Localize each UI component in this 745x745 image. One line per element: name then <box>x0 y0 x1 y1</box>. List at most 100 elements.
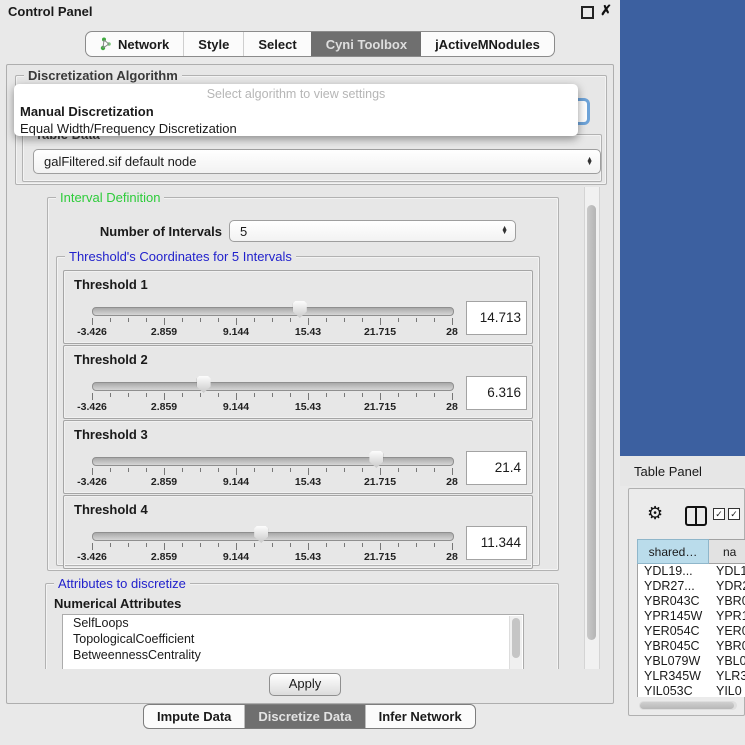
table-data-group: Table Data galFiltered.sif default node … <box>22 134 602 182</box>
table-row[interactable]: YIL053CYIL0 <box>638 684 745 697</box>
slider-track[interactable] <box>92 307 454 316</box>
table-data-combobox[interactable]: galFiltered.sif default node ▲▼ <box>33 149 601 174</box>
checkbox-icon[interactable]: ✓ <box>728 508 740 520</box>
list-item[interactable]: BetweennessCentrality <box>63 647 523 663</box>
cell-shared-name: YLR345W <box>638 669 710 684</box>
threshold-label: Threshold 1 <box>74 277 148 292</box>
numerical-attributes-label: Numerical Attributes <box>54 596 181 611</box>
tick-mark <box>110 318 111 322</box>
tick-label: 21.715 <box>364 326 396 338</box>
threshold-value-field[interactable]: 6.316 <box>466 376 527 410</box>
slider-track[interactable] <box>92 382 454 391</box>
tick-mark <box>200 543 201 547</box>
group-label: Attributes to discretize <box>54 576 190 591</box>
tab-label: jActiveMNodules <box>435 37 540 52</box>
tick-mark <box>452 318 453 325</box>
vertical-scrollbar[interactable] <box>584 187 600 669</box>
cell-shared-name: YBL079W <box>638 654 710 669</box>
tick-mark <box>416 468 417 472</box>
tick-mark <box>434 318 435 322</box>
table-row[interactable]: YBR043CYBR0 <box>638 594 745 609</box>
tab-infer-network[interactable]: Infer Network <box>365 705 475 728</box>
tick-mark <box>416 318 417 322</box>
tick-mark <box>218 318 219 322</box>
gear-icon[interactable]: ⚙ <box>647 503 663 524</box>
table-panel-titlebar: Table Panel <box>620 456 745 486</box>
tick-mark <box>92 543 93 550</box>
tick-mark <box>164 468 165 475</box>
tick-mark <box>92 318 93 325</box>
tick-label: 9.144 <box>223 476 249 488</box>
tick-label: -3.426 <box>77 551 107 563</box>
tick-mark <box>398 543 399 547</box>
table-row[interactable]: YDL19...YDL1 <box>638 564 745 579</box>
float-window-icon[interactable] <box>581 6 594 19</box>
table-panel: ⚙ ✓ ✓ shared… na YDL19...YDL1YDR27...YDR… <box>628 488 745 716</box>
tick-mark <box>452 393 453 400</box>
tab-style[interactable]: Style <box>183 32 243 56</box>
tab-jactivemnodules[interactable]: jActiveMNodules <box>421 32 554 56</box>
tick-mark <box>416 393 417 397</box>
tick-mark <box>182 543 183 547</box>
thresholds-group: Threshold's Coordinates for 5 Intervals … <box>56 256 540 566</box>
cell-shared-name: YER054C <box>638 624 710 639</box>
tick-label: 28 <box>446 401 458 413</box>
tick-mark <box>236 543 237 550</box>
tick-mark <box>416 543 417 547</box>
threshold-value-field[interactable]: 21.4 <box>466 451 527 485</box>
network-icon <box>100 37 112 51</box>
numerical-attributes-list[interactable]: SelfLoopsTopologicalCoefficientBetweenne… <box>62 614 524 669</box>
table-row[interactable]: YDR27...YDR2 <box>638 579 745 594</box>
horizontal-scrollbar[interactable] <box>639 701 737 710</box>
table-row[interactable]: YER054CYER0 <box>638 624 745 639</box>
slider-track[interactable] <box>92 457 454 466</box>
column-header[interactable]: na <box>709 539 745 564</box>
tick-label: -3.426 <box>77 326 107 338</box>
tick-label: 2.859 <box>151 326 177 338</box>
threshold-panel: Threshold 4-3.4262.8599.14415.4321.71528… <box>63 495 533 569</box>
tab-select[interactable]: Select <box>243 32 310 56</box>
threshold-value-field[interactable]: 14.713 <box>466 301 527 335</box>
stepper-icon: ▲▼ <box>501 227 508 235</box>
tick-label: 21.715 <box>364 476 396 488</box>
tick-mark <box>344 468 345 472</box>
cell-name: YBR0 <box>710 639 745 654</box>
list-item[interactable]: TopologicalCoefficient <box>63 631 523 647</box>
table-row[interactable]: YBL079WYBL0 <box>638 654 745 669</box>
tick-mark <box>380 543 381 550</box>
control-panel-titlebar: Control Panel ✗ <box>0 0 618 22</box>
tick-mark <box>272 393 273 397</box>
tick-mark <box>362 318 363 322</box>
list-scrollbar[interactable] <box>509 616 522 669</box>
split-view-icon[interactable] <box>685 506 707 526</box>
top-tab-bar: NetworkStyleSelectCyni Toolbox jActiveMNo… <box>85 31 555 57</box>
cell-shared-name: YDR27... <box>638 579 710 594</box>
threshold-value-field[interactable]: 11.344 <box>466 526 527 560</box>
list-item[interactable]: SelfLoops <box>63 615 523 631</box>
slider-track[interactable] <box>92 532 454 541</box>
tab-discretize-data[interactable]: Discretize Data <box>244 705 364 728</box>
close-icon[interactable]: ✗ <box>600 2 612 19</box>
table-row[interactable]: YLR345WYLR3 <box>638 669 745 684</box>
table-row[interactable]: YBR045CYBR0 <box>638 639 745 654</box>
threshold-label: Threshold 3 <box>74 427 148 442</box>
tab-cyni-toolbox[interactable]: Cyni Toolbox <box>311 32 421 56</box>
column-header[interactable]: shared… <box>637 539 709 564</box>
number-of-intervals-label: Number of Intervals <box>90 224 222 239</box>
table-row[interactable]: YPR145WYPR1 <box>638 609 745 624</box>
tick-label: 15.43 <box>295 326 321 338</box>
tick-mark <box>164 543 165 550</box>
panel-title: Control Panel <box>8 4 93 19</box>
tick-mark <box>452 468 453 475</box>
checkbox-icon[interactable]: ✓ <box>713 508 725 520</box>
dropdown-item[interactable]: Equal Width/Frequency Discretization <box>14 120 578 137</box>
number-of-intervals-combobox[interactable]: 5 ▲▼ <box>229 220 516 242</box>
dropdown-item[interactable]: Manual Discretization <box>14 103 578 120</box>
tab-impute-data[interactable]: Impute Data <box>144 705 244 728</box>
tab-network[interactable]: Network <box>86 32 183 56</box>
tick-mark <box>326 468 327 472</box>
tick-label: 15.43 <box>295 551 321 563</box>
tick-mark <box>236 318 237 325</box>
tick-mark <box>218 543 219 547</box>
apply-button[interactable]: Apply <box>269 673 341 696</box>
